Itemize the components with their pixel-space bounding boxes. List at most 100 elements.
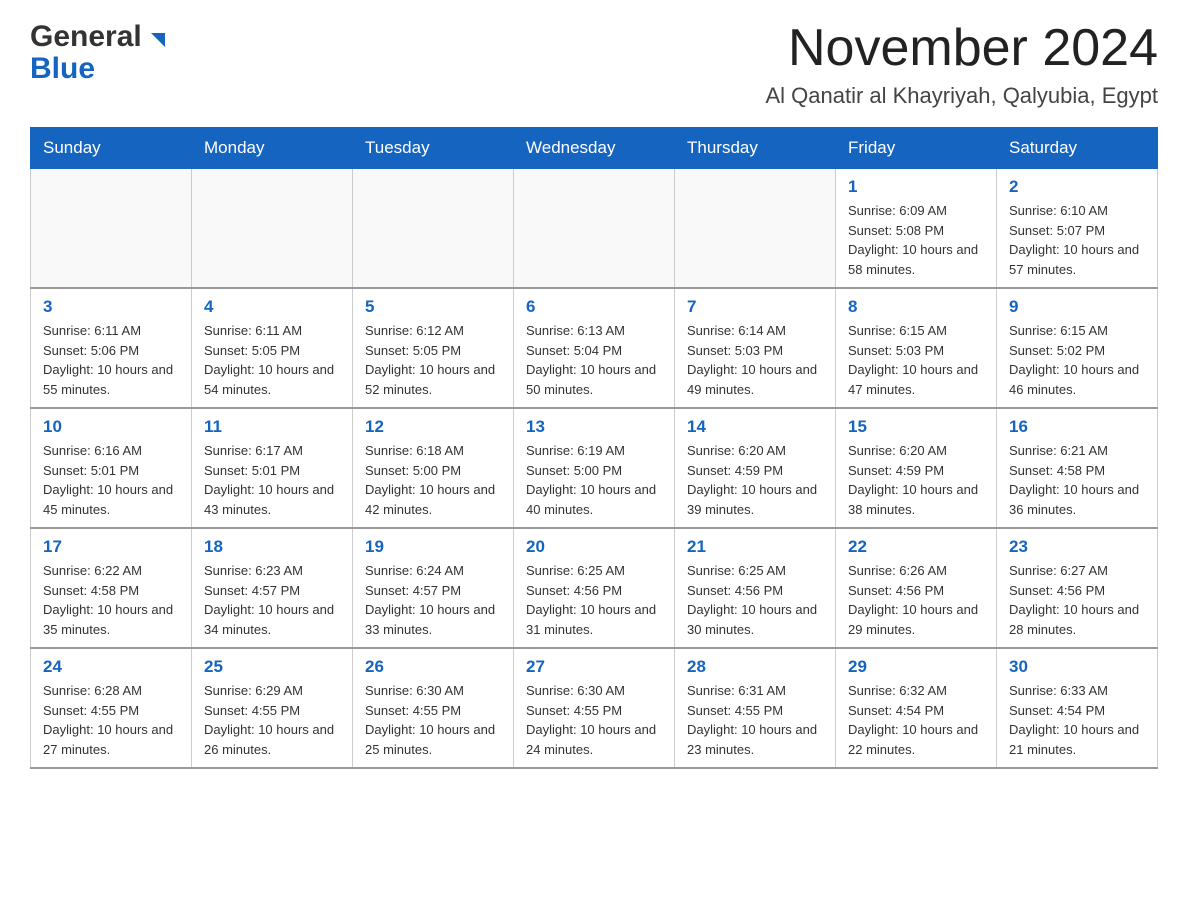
calendar-cell: 4Sunrise: 6:11 AMSunset: 5:05 PMDaylight…: [192, 288, 353, 408]
day-number: 19: [365, 537, 501, 557]
logo-arrow-icon: [145, 29, 167, 51]
logo-blue-text: Blue: [30, 52, 95, 86]
day-info: Sunrise: 6:14 AMSunset: 5:03 PMDaylight:…: [687, 321, 823, 399]
calendar-cell: 14Sunrise: 6:20 AMSunset: 4:59 PMDayligh…: [675, 408, 836, 528]
logo-general-text: General: [30, 20, 142, 54]
day-number: 12: [365, 417, 501, 437]
calendar-cell: 20Sunrise: 6:25 AMSunset: 4:56 PMDayligh…: [514, 528, 675, 648]
day-info: Sunrise: 6:31 AMSunset: 4:55 PMDaylight:…: [687, 681, 823, 759]
day-number: 23: [1009, 537, 1145, 557]
day-info: Sunrise: 6:30 AMSunset: 4:55 PMDaylight:…: [526, 681, 662, 759]
calendar-cell: 7 Sunrise: 6:14 AMSunset: 5:03 PMDaylight…: [675, 288, 836, 408]
header-wednesday: Wednesday: [514, 128, 675, 169]
calendar-cell: 17 Sunrise: 6:22 AMSunset: 4:58 PMDayligh…: [31, 528, 192, 648]
calendar-cell: 5Sunrise: 6:12 AMSunset: 5:05 PMDaylight…: [353, 288, 514, 408]
calendar-cell: 3 Sunrise: 6:11 AMSunset: 5:06 PMDaylight…: [31, 288, 192, 408]
day-number: 11: [204, 417, 340, 437]
day-number: 25: [204, 657, 340, 677]
day-info: Sunrise: 6:13 AMSunset: 5:04 PMDaylight:…: [526, 321, 662, 399]
header-friday: Friday: [836, 128, 997, 169]
header-sunday: Sunday: [31, 128, 192, 169]
day-number: 22: [848, 537, 984, 557]
day-info: Sunrise: 6:24 AMSunset: 4:57 PMDaylight:…: [365, 561, 501, 639]
day-info: Sunrise: 6:17 AMSunset: 5:01 PMDaylight:…: [204, 441, 340, 519]
calendar-cell: 30Sunrise: 6:33 AMSunset: 4:54 PMDayligh…: [997, 648, 1158, 768]
day-number: 21: [687, 537, 823, 557]
day-number: 17: [43, 537, 179, 557]
calendar-cell: 13 Sunrise: 6:19 AMSunset: 5:00 PMDayligh…: [514, 408, 675, 528]
logo: General Blue: [30, 20, 167, 86]
header-tuesday: Tuesday: [353, 128, 514, 169]
day-number: 6: [526, 297, 662, 317]
calendar-cell: 9 Sunrise: 6:15 AMSunset: 5:02 PMDaylight…: [997, 288, 1158, 408]
day-info: Sunrise: 6:29 AMSunset: 4:55 PMDaylight:…: [204, 681, 340, 759]
month-title: November 2024: [765, 20, 1158, 77]
day-number: 24: [43, 657, 179, 677]
day-number: 9: [1009, 297, 1145, 317]
calendar-table: Sunday Monday Tuesday Wednesday Thursday…: [30, 127, 1158, 769]
day-info: Sunrise: 6:19 AMSunset: 5:00 PMDaylight:…: [526, 441, 662, 519]
day-info: Sunrise: 6:11 AMSunset: 5:06 PMDaylight:…: [43, 321, 179, 399]
calendar-cell: 27 Sunrise: 6:30 AMSunset: 4:55 PMDayligh…: [514, 648, 675, 768]
day-number: 4: [204, 297, 340, 317]
day-info: Sunrise: 6:28 AMSunset: 4:55 PMDaylight:…: [43, 681, 179, 759]
day-info: Sunrise: 6:27 AMSunset: 4:56 PMDaylight:…: [1009, 561, 1145, 639]
calendar-cell: 25 Sunrise: 6:29 AMSunset: 4:55 PMDayligh…: [192, 648, 353, 768]
day-number: 29: [848, 657, 984, 677]
calendar-cell: 12 Sunrise: 6:18 AMSunset: 5:00 PMDayligh…: [353, 408, 514, 528]
day-number: 15: [848, 417, 984, 437]
day-number: 3: [43, 297, 179, 317]
day-info: Sunrise: 6:20 AMSunset: 4:59 PMDaylight:…: [687, 441, 823, 519]
calendar-cell: 26Sunrise: 6:30 AMSunset: 4:55 PMDayligh…: [353, 648, 514, 768]
day-number: 18: [204, 537, 340, 557]
day-number: 16: [1009, 417, 1145, 437]
day-info: Sunrise: 6:22 AMSunset: 4:58 PMDaylight:…: [43, 561, 179, 639]
calendar-cell: [675, 169, 836, 289]
day-number: 7: [687, 297, 823, 317]
week-row-1: 1 Sunrise: 6:09 AMSunset: 5:08 PMDaylight…: [31, 169, 1158, 289]
day-info: Sunrise: 6:09 AMSunset: 5:08 PMDaylight:…: [848, 201, 984, 279]
day-number: 2: [1009, 177, 1145, 197]
day-info: Sunrise: 6:25 AMSunset: 4:56 PMDaylight:…: [687, 561, 823, 639]
day-number: 27: [526, 657, 662, 677]
calendar-cell: 8Sunrise: 6:15 AMSunset: 5:03 PMDaylight…: [836, 288, 997, 408]
day-info: Sunrise: 6:26 AMSunset: 4:56 PMDaylight:…: [848, 561, 984, 639]
header-thursday: Thursday: [675, 128, 836, 169]
day-info: Sunrise: 6:30 AMSunset: 4:55 PMDaylight:…: [365, 681, 501, 759]
week-row-3: 10Sunrise: 6:16 AMSunset: 5:01 PMDayligh…: [31, 408, 1158, 528]
day-info: Sunrise: 6:10 AMSunset: 5:07 PMDaylight:…: [1009, 201, 1145, 279]
day-number: 5: [365, 297, 501, 317]
day-number: 8: [848, 297, 984, 317]
day-number: 28: [687, 657, 823, 677]
day-number: 10: [43, 417, 179, 437]
calendar-cell: 15 Sunrise: 6:20 AMSunset: 4:59 PMDayligh…: [836, 408, 997, 528]
calendar-cell: [31, 169, 192, 289]
calendar-cell: 23 Sunrise: 6:27 AMSunset: 4:56 PMDayligh…: [997, 528, 1158, 648]
day-number: 30: [1009, 657, 1145, 677]
title-section: November 2024 Al Qanatir al Khayriyah, Q…: [765, 20, 1158, 109]
week-row-4: 17 Sunrise: 6:22 AMSunset: 4:58 PMDayligh…: [31, 528, 1158, 648]
day-number: 13: [526, 417, 662, 437]
calendar-cell: 19 Sunrise: 6:24 AMSunset: 4:57 PMDayligh…: [353, 528, 514, 648]
calendar-cell: [192, 169, 353, 289]
calendar-cell: 18Sunrise: 6:23 AMSunset: 4:57 PMDayligh…: [192, 528, 353, 648]
location-title: Al Qanatir al Khayriyah, Qalyubia, Egypt: [765, 83, 1158, 109]
calendar-cell: 2 Sunrise: 6:10 AMSunset: 5:07 PMDaylight…: [997, 169, 1158, 289]
calendar-cell: 11 Sunrise: 6:17 AMSunset: 5:01 PMDayligh…: [192, 408, 353, 528]
calendar-cell: 21 Sunrise: 6:25 AMSunset: 4:56 PMDayligh…: [675, 528, 836, 648]
header-monday: Monday: [192, 128, 353, 169]
day-info: Sunrise: 6:15 AMSunset: 5:02 PMDaylight:…: [1009, 321, 1145, 399]
calendar-cell: 10Sunrise: 6:16 AMSunset: 5:01 PMDayligh…: [31, 408, 192, 528]
calendar-cell: 22 Sunrise: 6:26 AMSunset: 4:56 PMDayligh…: [836, 528, 997, 648]
calendar-cell: [353, 169, 514, 289]
header-saturday: Saturday: [997, 128, 1158, 169]
calendar-cell: 29 Sunrise: 6:32 AMSunset: 4:54 PMDayligh…: [836, 648, 997, 768]
day-info: Sunrise: 6:25 AMSunset: 4:56 PMDaylight:…: [526, 561, 662, 639]
calendar-cell: 6 Sunrise: 6:13 AMSunset: 5:04 PMDaylight…: [514, 288, 675, 408]
day-info: Sunrise: 6:32 AMSunset: 4:54 PMDaylight:…: [848, 681, 984, 759]
calendar-cell: 1 Sunrise: 6:09 AMSunset: 5:08 PMDaylight…: [836, 169, 997, 289]
week-row-5: 24 Sunrise: 6:28 AMSunset: 4:55 PMDayligh…: [31, 648, 1158, 768]
day-number: 1: [848, 177, 984, 197]
day-info: Sunrise: 6:20 AMSunset: 4:59 PMDaylight:…: [848, 441, 984, 519]
day-info: Sunrise: 6:18 AMSunset: 5:00 PMDaylight:…: [365, 441, 501, 519]
